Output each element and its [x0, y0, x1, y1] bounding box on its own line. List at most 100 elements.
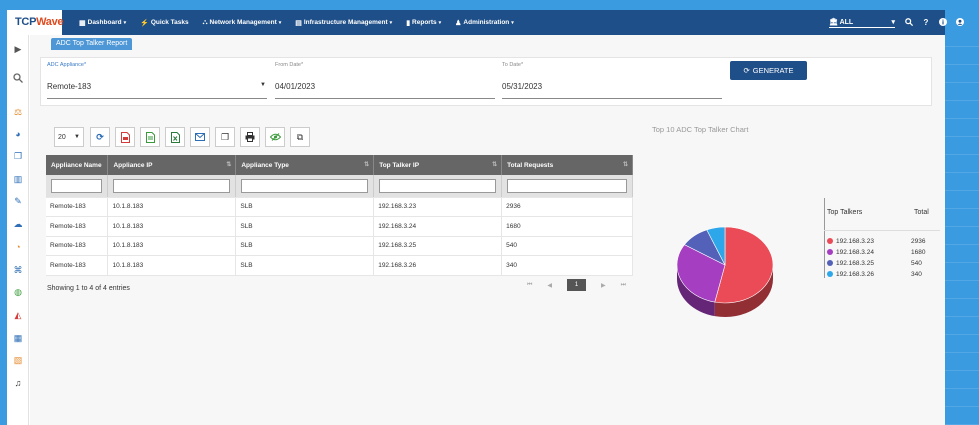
nav-label: Administration: [463, 19, 510, 26]
appliance-select[interactable]: Remote-183: [47, 82, 91, 91]
org-selector[interactable]: 🏛 ALL ▾: [829, 18, 895, 28]
legend-value: 340: [911, 270, 922, 278]
generate-button[interactable]: ⟳ GENERATE: [730, 61, 807, 80]
sort-icon: ⇅: [492, 162, 498, 168]
export-pdf-button[interactable]: [115, 127, 135, 147]
legend-divider: [824, 198, 825, 278]
legend-item[interactable]: 192.168.3.26 340: [827, 269, 937, 279]
column-filter-input[interactable]: [507, 178, 627, 193]
column-header-label: Appliance Type: [241, 161, 289, 169]
table-body: Remote-183 10.1.8.183 SLB 192.168.3.23 2936 R…: [46, 197, 633, 276]
table-info: Showing 1 to 4 of 4 entries: [47, 285, 130, 292]
column-filter-cell: [235, 175, 375, 198]
legend-item[interactable]: 192.168.3.24 1680: [827, 247, 937, 257]
table-toolbar: 20 ▼ ⟳ ❐ ⧉: [54, 126, 315, 148]
table-row[interactable]: Remote-183 10.1.8.183 SLB 192.168.3.23 2936: [46, 197, 633, 217]
table-cell: SLB: [235, 255, 375, 276]
expand-button[interactable]: ⧉: [290, 127, 310, 147]
print-button[interactable]: [240, 127, 260, 147]
legend-swatch: [827, 260, 833, 266]
sort-icon: ⇅: [364, 162, 370, 168]
nav-icon: ▮: [406, 19, 411, 27]
copy-icon: ❐: [220, 131, 230, 142]
expand-sidebar-icon[interactable]: ▶: [12, 43, 24, 55]
first-page-icon[interactable]: ⏮: [527, 282, 532, 289]
edit-icon[interactable]: ✎: [12, 195, 24, 207]
nav-label: Dashboard: [87, 19, 122, 26]
info-icon[interactable]: [939, 17, 947, 28]
table-cell: Remote-183: [46, 216, 109, 237]
globe-icon[interactable]: ◍: [12, 286, 24, 298]
table-row[interactable]: Remote-183 10.1.8.183 SLB 192.168.3.25 540: [46, 236, 633, 256]
chevron-down-icon[interactable]: ▼: [260, 82, 266, 88]
column-filter-input[interactable]: [51, 178, 103, 193]
from-date-input[interactable]: 04/01/2023: [275, 82, 315, 91]
table-cell: SLB: [235, 216, 375, 237]
legend-value: 1680: [911, 248, 926, 256]
table-cell: 10.1.8.183: [107, 236, 237, 256]
column-header[interactable]: Appliance Type ⇅: [235, 155, 375, 175]
copy-button[interactable]: ❐: [215, 127, 235, 147]
column-header[interactable]: Top Talker IP ⇅: [373, 155, 503, 175]
email-button[interactable]: [190, 127, 210, 147]
balance-icon[interactable]: ⚖: [12, 106, 24, 118]
legend-swatch: [827, 271, 833, 277]
nav-dashboard[interactable]: ▦ Dashboard ▾: [79, 19, 126, 27]
column-header[interactable]: Appliance IP ⇅: [107, 155, 237, 175]
prev-page-icon[interactable]: ◀: [547, 282, 552, 289]
page-length-select[interactable]: 20 ▼: [54, 127, 84, 147]
area-chart-icon[interactable]: ◭: [12, 309, 24, 321]
caret-down-icon: ▾: [123, 19, 127, 26]
legend-item[interactable]: 192.168.3.23 2936: [827, 236, 937, 246]
nav-quick-tasks[interactable]: ⚡ Quick Tasks: [140, 19, 189, 27]
nav-label: Network Management: [209, 19, 277, 26]
nav-reports[interactable]: ▮ Reports ▾: [406, 19, 441, 27]
help-icon[interactable]: ?: [922, 18, 930, 27]
copy-icon[interactable]: ❐: [12, 150, 24, 162]
network-icon[interactable]: ⌘: [12, 264, 24, 276]
column-header[interactable]: Total Requests ⇅: [501, 155, 633, 175]
next-page-icon[interactable]: ▶: [601, 282, 606, 289]
refresh-button[interactable]: ⟳: [90, 127, 110, 147]
sort-icon: ⇅: [622, 162, 628, 168]
map-icon[interactable]: ▧: [12, 354, 24, 366]
current-page-button[interactable]: 1: [567, 279, 587, 291]
column-header-label: Appliance Name: [51, 161, 102, 169]
bell-icon[interactable]: ♫: [12, 377, 24, 389]
logo-area[interactable]: TCPWave: [7, 10, 64, 35]
calendar-icon[interactable]: ▦: [12, 332, 24, 344]
gauge-icon[interactable]: ◔: [12, 241, 24, 253]
export-excel-button[interactable]: [165, 127, 185, 147]
legend-label: 192.168.3.25: [836, 259, 874, 267]
table-cell: Remote-183: [46, 255, 109, 276]
bar-chart-icon[interactable]: ▥: [12, 173, 24, 185]
export-csv-button[interactable]: [140, 127, 160, 147]
column-filter-input[interactable]: [241, 178, 369, 193]
nav-infrastructure-management[interactable]: ▤ Infrastructure Management ▾: [295, 19, 392, 27]
nav-network-management[interactable]: ⛬ Network Management ▾: [203, 19, 282, 27]
nav-administration[interactable]: ♟ Administration ▾: [455, 19, 514, 27]
legend-item[interactable]: 192.168.3.25 540: [827, 258, 937, 268]
column-header-label: Total Requests: [507, 161, 554, 169]
last-page-icon[interactable]: ⏭: [621, 282, 626, 289]
pdf-icon: [120, 131, 130, 143]
nav-icon: ⚡: [140, 19, 149, 27]
column-filter-input[interactable]: [113, 178, 231, 193]
column-visibility-button[interactable]: [265, 127, 285, 147]
table-row[interactable]: Remote-183 10.1.8.183 SLB 192.168.3.26 340: [46, 255, 633, 276]
column-filter-input[interactable]: [379, 178, 497, 193]
sidebar-search-icon[interactable]: [12, 73, 24, 85]
table-cell: 10.1.8.183: [107, 197, 237, 217]
legend-value: 540: [911, 259, 922, 267]
user-icon[interactable]: [956, 17, 964, 28]
cloud-icon[interactable]: ☁: [12, 218, 24, 230]
legend-separator: [824, 230, 940, 231]
search-icon[interactable]: [905, 17, 914, 28]
to-date-input[interactable]: 05/31/2023: [502, 82, 542, 91]
to-date-underline: [502, 98, 722, 99]
table-cell: 192.168.3.24: [373, 216, 503, 237]
page-tab[interactable]: ADC Top Talker Report: [51, 38, 133, 50]
column-header[interactable]: Appliance Name: [46, 155, 109, 175]
pie-chart-icon[interactable]: ◕: [12, 128, 24, 140]
table-row[interactable]: Remote-183 10.1.8.183 SLB 192.168.3.24 1680: [46, 216, 633, 237]
